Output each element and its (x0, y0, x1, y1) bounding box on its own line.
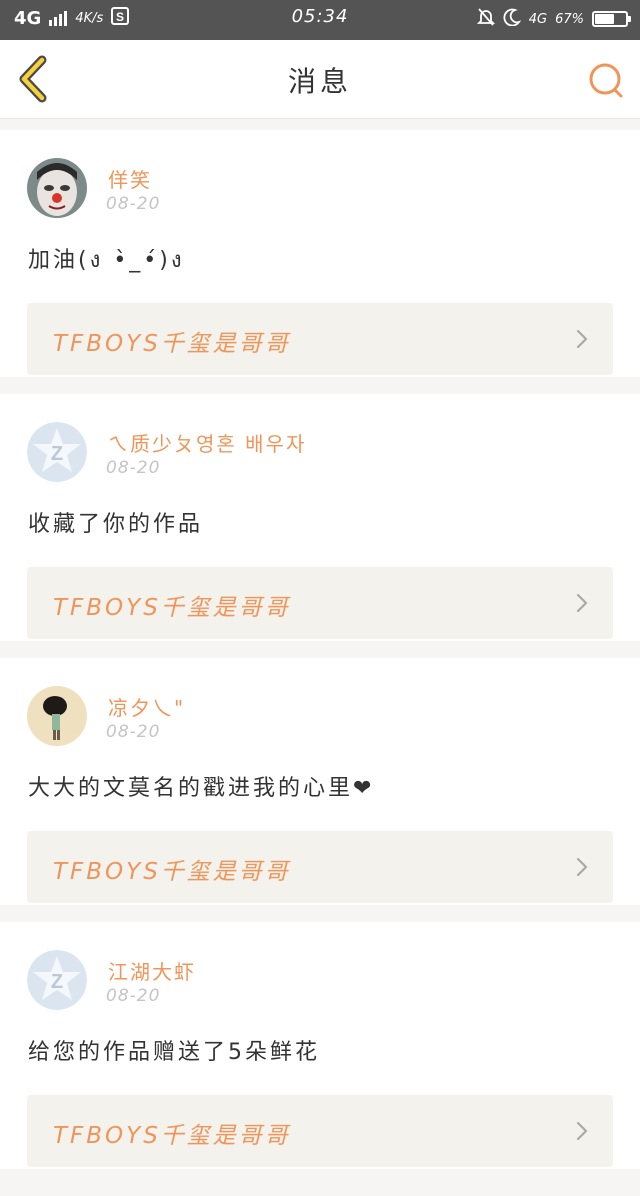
moon-icon (503, 8, 521, 30)
chevron-right-icon (576, 857, 588, 877)
message-date: 08-20 (106, 986, 161, 1006)
message-card: 凉夕乀" 08-20 大大的文莫名的戳进我的心里❤ TFBOYS千玺是哥哥 (0, 658, 640, 905)
message-date: 08-20 (106, 194, 161, 214)
work-title: TFBOYS千玺是哥哥 (53, 595, 291, 621)
network-type-2: 4G (528, 11, 548, 27)
work-link[interactable]: TFBOYS千玺是哥哥 (27, 567, 613, 639)
svg-text:Z: Z (51, 443, 63, 465)
message-text: 大大的文莫名的戳进我的心里❤ (28, 776, 375, 801)
message-card: 佯笑 08-20 加油(ง •̀_•́)ง TFBOYS千玺是哥哥 (0, 130, 640, 377)
message-list: 佯笑 08-20 加油(ง •̀_•́)ง TFBOYS千玺是哥哥 Z ㄟ质少ㄆ… (0, 130, 640, 1186)
chevron-right-icon (576, 329, 588, 349)
message-date: 08-20 (106, 722, 161, 742)
work-title: TFBOYS千玺是哥哥 (53, 1123, 291, 1149)
message-text: 收藏了你的作品 (28, 512, 204, 537)
chevron-right-icon (576, 593, 588, 613)
work-title: TFBOYS千玺是哥哥 (53, 859, 291, 885)
mute-bell-icon (476, 7, 495, 31)
avatar[interactable] (27, 158, 87, 218)
search-icon (589, 63, 623, 98)
battery-percent: 67% (555, 11, 584, 27)
svg-text:Z: Z (51, 971, 63, 993)
work-title: TFBOYS千玺是哥哥 (53, 331, 291, 357)
work-link[interactable]: TFBOYS千玺是哥哥 (27, 831, 613, 903)
status-right: 4G 67% (476, 7, 631, 31)
sender-name[interactable]: 凉夕乀" (108, 692, 185, 721)
message-card: Z 江湖大虾 08-20 给您的作品赠送了5朵鲜花 TFBOYS千玺是哥哥 (0, 922, 640, 1169)
message-date: 08-20 (106, 458, 161, 478)
list-bottom-divider (0, 1188, 640, 1196)
battery-icon (592, 11, 631, 27)
search-button[interactable] (586, 60, 626, 100)
work-link[interactable]: TFBOYS千玺是哥哥 (27, 303, 613, 375)
chevron-right-icon (576, 1121, 588, 1141)
page-title: 消息 (287, 65, 352, 98)
avatar[interactable]: Z (27, 950, 87, 1010)
work-link[interactable]: TFBOYS千玺是哥哥 (27, 1095, 613, 1167)
avatar[interactable] (27, 686, 87, 746)
status-bar: 4G 4K/s S 05:34 4G 67% (0, 0, 640, 40)
message-text: 加油(ง •̀_•́)ง (28, 248, 185, 273)
sender-name[interactable]: ㄟ质少ㄆ영혼 배우자 (108, 428, 306, 457)
header-bar: 消息 (0, 40, 640, 119)
sender-name[interactable]: 江湖大虾 (108, 956, 196, 985)
message-card: Z ㄟ质少ㄆ영혼 배우자 08-20 收藏了你的作品 TFBOYS千玺是哥哥 (0, 394, 640, 641)
avatar[interactable]: Z (27, 422, 87, 482)
message-text: 给您的作品赠送了5朵鲜花 (28, 1040, 320, 1065)
sender-name[interactable]: 佯笑 (108, 164, 152, 193)
